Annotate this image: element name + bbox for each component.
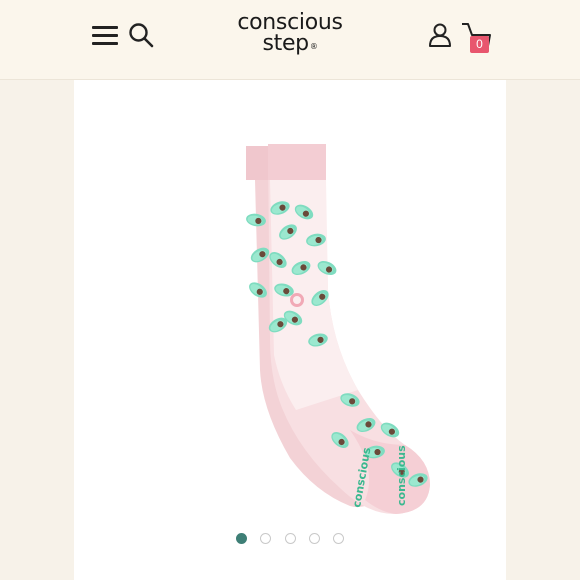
carousel-dot-5[interactable] [332, 533, 344, 544]
cart-count-badge[interactable]: 0 [470, 36, 489, 53]
site-header: conscious step® 0 [0, 0, 580, 80]
sock-brand-text-2: conscious [395, 445, 408, 506]
carousel-dot-1[interactable] [236, 533, 248, 544]
carousel-dot-4[interactable] [308, 533, 320, 544]
carousel-dot-3[interactable] [284, 533, 296, 544]
brand-logo[interactable]: conscious step® [190, 10, 390, 56]
product-image[interactable]: conscious conscious [200, 140, 450, 520]
carousel-pagination [0, 528, 580, 544]
hamburger-menu-icon[interactable] [92, 24, 120, 46]
search-icon[interactable] [128, 22, 154, 48]
user-icon[interactable] [427, 22, 453, 48]
logo-line-1: conscious [237, 10, 343, 35]
right-margin [506, 0, 580, 580]
logo-line-2: step® [262, 31, 318, 56]
carousel-dot-2[interactable] [260, 533, 272, 544]
left-margin [0, 0, 74, 580]
